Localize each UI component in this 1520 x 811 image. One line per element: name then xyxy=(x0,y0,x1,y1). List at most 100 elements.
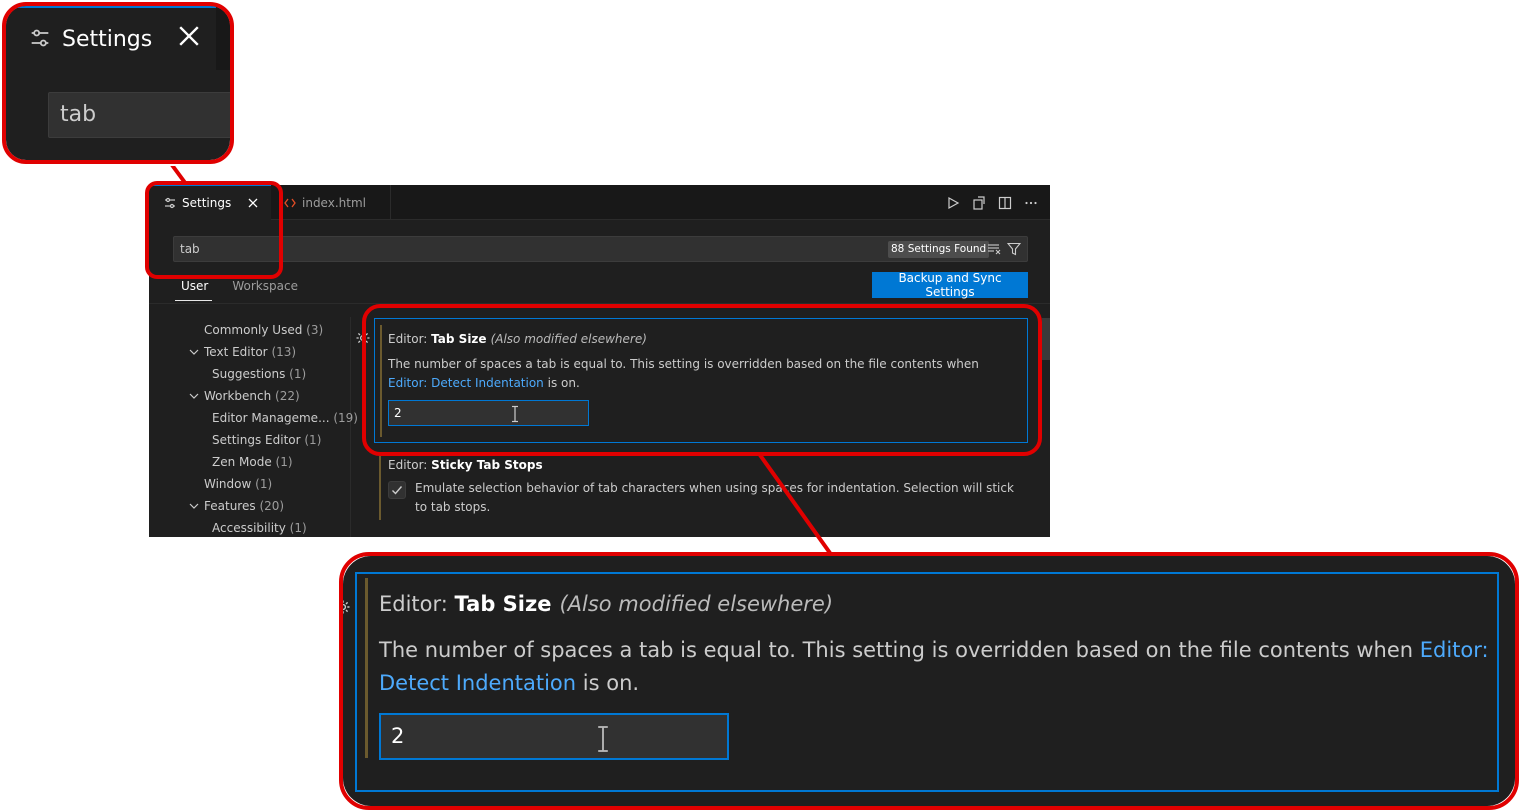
connector-line xyxy=(170,163,188,186)
zoom-content: Editor: Tab Size (Also modified elsewhere… xyxy=(343,556,1515,806)
toc-item[interactable]: Features (20) xyxy=(189,495,285,517)
more-actions-icon[interactable] xyxy=(1022,194,1040,212)
modified-indicator xyxy=(365,578,368,758)
checkmark-icon xyxy=(392,486,403,495)
settings-scope-tabs: User Workspace xyxy=(175,273,302,301)
desc-text-end: is on. xyxy=(543,376,580,390)
toc-item-label: Window xyxy=(204,477,252,491)
scope-divider xyxy=(149,303,1050,304)
gear-icon xyxy=(343,596,351,618)
clear-filter-icon[interactable] xyxy=(986,241,1002,257)
tab-size-input[interactable] xyxy=(388,400,589,426)
modified-elsewhere-note: (Also modified elsewhere) xyxy=(559,592,834,616)
zoom-setting-description: The number of spaces a tab is equal to. … xyxy=(379,634,1489,700)
toc-item-label: Settings Editor xyxy=(212,433,301,447)
zoom-callout-settings-tab: Settings tab xyxy=(0,0,236,166)
setting-title: Editor: Tab Size (Also modified elsewhere… xyxy=(388,332,647,346)
toc-item-label: Suggestions xyxy=(212,367,286,381)
open-preview-icon[interactable] xyxy=(970,194,988,212)
settings-sliders-icon xyxy=(163,196,177,210)
modified-indicator xyxy=(379,456,381,520)
toc-item-count: (13) xyxy=(271,345,297,359)
settings-search-input[interactable] xyxy=(174,237,874,261)
setting-sticky-tab-stops-title: Editor: Sticky Tab Stops xyxy=(388,458,543,472)
toc-item[interactable]: Window (1) xyxy=(204,473,272,495)
tab-workspace[interactable]: Workspace xyxy=(226,273,302,301)
results-count-badge: 88 Settings Found xyxy=(888,241,990,258)
toc-item-label: Zen Mode xyxy=(212,455,272,469)
settings-table-of-contents: Commonly Used (3) Text Editor (13) Sugge… xyxy=(149,317,358,537)
setting-description: The number of spaces a tab is equal to. … xyxy=(388,355,1018,393)
setting-name: Sticky Tab Stops xyxy=(431,458,543,472)
detect-indentation-link[interactable]: Editor: Detect Indentation xyxy=(388,376,544,390)
gear-icon[interactable] xyxy=(355,330,371,346)
setting-editor-tab-size: Editor: Tab Size (Also modified elsewhere… xyxy=(374,318,1028,443)
toc-item-count: (1) xyxy=(304,433,322,447)
toc-item[interactable]: Commonly Used (3) xyxy=(204,319,323,341)
zoom-content: Settings tab xyxy=(6,6,230,160)
zoom-search-input[interactable]: tab xyxy=(48,92,230,138)
toc-item-count: (1) xyxy=(275,455,293,469)
zoom-setting-title: Editor: Tab Size (Also modified elsewhere… xyxy=(379,592,833,616)
toc-item[interactable]: Zen Mode (1) xyxy=(212,451,293,473)
run-icon[interactable] xyxy=(944,194,962,212)
detect-indentation-link-part2[interactable]: Detect Indentation xyxy=(379,671,576,695)
detect-indentation-link-part1[interactable]: Editor: xyxy=(1420,638,1489,662)
toc-item-count: (20) xyxy=(259,499,285,513)
settings-sliders-icon xyxy=(30,28,52,50)
tab-settings-label: Settings xyxy=(182,196,232,210)
setting-description: Emulate selection behavior of tab charac… xyxy=(415,481,1014,514)
text-cursor-icon xyxy=(595,723,611,755)
toc-item[interactable]: Editor Manageme... (19) xyxy=(212,407,358,429)
setting-category: Editor: xyxy=(379,592,455,616)
chevron-down-icon[interactable] xyxy=(187,341,201,363)
setting-name: Tab Size xyxy=(454,592,552,616)
tab-settings[interactable]: Settings xyxy=(149,185,271,220)
desc-text: The number of spaces a tab is equal to. … xyxy=(388,357,979,371)
zoom-callout-tab-size: Editor: Tab Size (Also modified elsewhere… xyxy=(338,551,1520,811)
toc-item-label: Text Editor xyxy=(204,345,268,359)
chevron-down-icon[interactable] xyxy=(187,495,201,517)
settings-search-box[interactable]: 88 Settings Found xyxy=(173,236,1028,262)
close-icon[interactable] xyxy=(178,25,202,49)
setting-name: Tab Size xyxy=(431,332,487,346)
backup-and-sync-button[interactable]: Backup and Sync Settings xyxy=(872,271,1028,299)
tab-user[interactable]: User xyxy=(175,273,213,301)
toc-item-count: (3) xyxy=(306,323,324,337)
toc-item-count: (22) xyxy=(275,389,300,403)
tab-index-html-label: index.html xyxy=(302,195,366,210)
zoom-tab-separator xyxy=(216,6,230,70)
chevron-down-icon[interactable] xyxy=(187,385,201,407)
zoom-tab-size-input[interactable]: 2 xyxy=(379,713,729,760)
zoom-tab-label: Settings xyxy=(62,26,153,52)
tab-index-html[interactable]: index.html xyxy=(271,185,391,220)
toc-item[interactable]: Workbench (22) xyxy=(189,385,300,407)
toc-item-count: (1) xyxy=(289,367,307,381)
toc-item-count: (19) xyxy=(333,411,358,425)
toc-item-label: Accessibility xyxy=(212,521,286,535)
toc-item[interactable]: Text Editor (13) xyxy=(189,341,297,363)
toc-item[interactable]: Settings Editor (1) xyxy=(212,429,321,451)
toc-item[interactable]: Accessibility (1) xyxy=(212,517,307,537)
desc-text: The number of spaces a tab is equal to. … xyxy=(379,638,1420,662)
editor-actions xyxy=(944,194,1040,212)
settings-editor-window: Settings index.html 88 Settings Found xyxy=(149,185,1050,537)
close-icon[interactable] xyxy=(245,195,261,211)
text-cursor-icon xyxy=(510,405,520,423)
toc-item-count: (1) xyxy=(255,477,273,491)
toc-item[interactable]: Suggestions (1) xyxy=(212,363,306,385)
setting-category: Editor: xyxy=(388,458,432,472)
toc-item-count: (1) xyxy=(289,521,307,535)
sticky-tab-stops-checkbox[interactable] xyxy=(388,481,406,499)
toc-item-label: Editor Manageme... xyxy=(212,411,330,425)
html-code-icon xyxy=(283,196,297,210)
scrollbar-thumb[interactable] xyxy=(1042,318,1050,360)
filter-icon[interactable] xyxy=(1006,241,1022,257)
desc-text-end: is on. xyxy=(576,671,640,695)
modified-elsewhere-note[interactable]: (Also modified elsewhere) xyxy=(491,332,647,346)
modified-indicator xyxy=(380,325,382,437)
setting-category: Editor: xyxy=(388,332,432,346)
toc-item-label: Features xyxy=(204,499,256,513)
editor-tab-bar: Settings index.html xyxy=(149,185,1050,220)
split-editor-icon[interactable] xyxy=(996,194,1014,212)
